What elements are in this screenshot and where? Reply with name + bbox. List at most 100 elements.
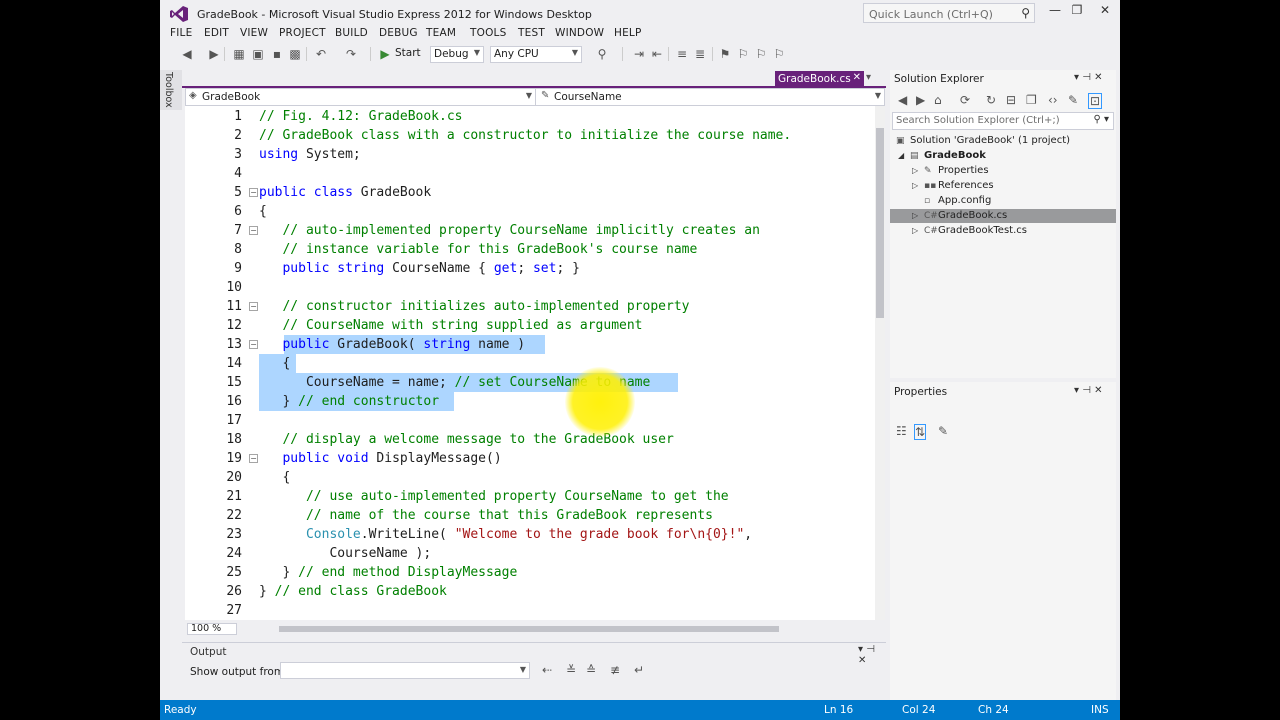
collapse-region-icon[interactable]: − <box>249 302 258 311</box>
menu-file[interactable]: FILE <box>170 27 192 39</box>
code-line[interactable]: 27 <box>185 601 875 620</box>
redo-icon[interactable]: ↷ <box>344 47 358 61</box>
undo-icon[interactable]: ↶ <box>314 47 328 61</box>
property-pages-icon[interactable]: ✎ <box>938 424 948 438</box>
code-line[interactable]: 26} // end class GradeBook <box>185 582 875 601</box>
menu-team[interactable]: TEAM <box>426 27 456 39</box>
close-tab-icon[interactable]: ✕ <box>853 72 861 83</box>
indent-icon[interactable]: ⇥ <box>632 47 646 61</box>
code-line[interactable]: 11− // constructor initializes auto-impl… <box>185 297 875 316</box>
tab-gradebook-cs[interactable]: GradeBook.cs ✕ <box>775 71 864 88</box>
menu-edit[interactable]: EDIT <box>204 27 229 39</box>
code-line[interactable]: 18 // display a welcome message to the G… <box>185 430 875 449</box>
menu-project[interactable]: PROJECT <box>279 27 326 39</box>
collapse-region-icon[interactable]: − <box>249 454 258 463</box>
code-line[interactable]: 7− // auto-implemented property CourseNa… <box>185 221 875 240</box>
find-message-icon[interactable]: ⇠ <box>542 663 552 677</box>
clear-bookmarks-icon[interactable]: ⚐ <box>772 47 786 61</box>
code-line[interactable]: 10 <box>185 278 875 297</box>
restore-icon[interactable]: ❐ <box>1067 3 1087 17</box>
tree-item-properties[interactable]: ▷ ✎ Properties <box>912 163 989 178</box>
tree-project[interactable]: ◢ ▤ GradeBook <box>898 148 986 163</box>
save-all-icon[interactable]: ▩ <box>288 47 302 61</box>
minimize-icon[interactable]: — <box>1045 3 1065 17</box>
tree-solution[interactable]: ▣ Solution 'GradeBook' (1 project) <box>896 133 1070 148</box>
back-icon[interactable]: ◀ <box>180 47 194 61</box>
code-line[interactable]: 9 public string CourseName { get; set; } <box>185 259 875 278</box>
open-file-icon[interactable]: ▣ <box>251 47 265 61</box>
tab-dropdown-icon[interactable]: ▾ <box>866 72 871 83</box>
panel-controls-icon[interactable]: ▾ ⊣ ✕ <box>1074 72 1102 83</box>
start-button[interactable]: Start <box>395 47 421 59</box>
code-line[interactable]: 2 // GradeBook class with a constructor t… <box>185 126 875 145</box>
tree-item-gradebooktest-cs[interactable]: ▷ C#GradeBookTest.cs <box>912 223 1027 238</box>
code-line[interactable]: 15 CourseName = name; // set CourseName … <box>185 373 875 392</box>
output-panel-controls-icon[interactable]: ▾ ⊣ ✕ <box>858 644 886 666</box>
zoom-level-select[interactable]: 100 % <box>187 623 237 635</box>
start-icon[interactable]: ▶ <box>378 47 392 61</box>
menu-window[interactable]: WINDOW <box>555 27 604 39</box>
forward-icon[interactable]: ▶ <box>207 47 221 61</box>
configuration-select[interactable]: Debug ▼ <box>430 46 484 63</box>
show-output-from-select[interactable]: ▼ <box>280 662 530 679</box>
code-line[interactable]: 23 Console.WriteLine( "Welcome to the gr… <box>185 525 875 544</box>
close-window-icon[interactable]: ✕ <box>1095 3 1115 17</box>
view-code-icon[interactable]: ‹› <box>1048 93 1058 107</box>
home-icon[interactable]: ⌂ <box>934 93 942 107</box>
menu-view[interactable]: VIEW <box>240 27 268 39</box>
menu-build[interactable]: BUILD <box>335 27 368 39</box>
menu-test[interactable]: TEST <box>518 27 545 39</box>
editor-horizontal-scrollbar[interactable]: 100 % <box>185 622 885 636</box>
clear-all-icon[interactable]: ≢ <box>610 663 620 677</box>
next-message-icon[interactable]: ≙ <box>586 663 596 677</box>
code-line[interactable]: 3 using System; <box>185 145 875 164</box>
forward-icon[interactable]: ▶ <box>916 93 925 107</box>
code-editor[interactable]: 1 // Fig. 4.12: GradeBook.cs 2 // GradeBook… <box>185 106 875 620</box>
type-dropdown[interactable]: ◈ GradeBook ▼ <box>186 89 536 105</box>
code-line[interactable]: 17 <box>185 411 875 430</box>
outdent-icon[interactable]: ⇤ <box>650 47 664 61</box>
new-project-icon[interactable]: ▦ <box>232 47 246 61</box>
previous-message-icon[interactable]: ≚ <box>566 663 576 677</box>
alphabetical-icon[interactable]: ⇅ <box>914 424 927 440</box>
tree-item-app-config[interactable]: ▫ App.config <box>924 193 991 208</box>
code-line[interactable]: 4 <box>185 164 875 183</box>
code-line[interactable]: 22 // name of the course that this Grade… <box>185 506 875 525</box>
tree-item-gradebook-cs[interactable]: ▷ C#GradeBook.cs <box>912 208 1007 223</box>
code-line[interactable]: 6{ <box>185 202 875 221</box>
show-all-files-icon[interactable]: ❐ <box>1026 93 1037 107</box>
menu-debug[interactable]: DEBUG <box>379 27 418 39</box>
tree-item-references[interactable]: ▷ ▪▪ References <box>912 178 994 193</box>
sync-icon[interactable]: ⟳ <box>960 93 970 107</box>
find-icon[interactable]: ⚲ <box>595 47 609 61</box>
member-dropdown[interactable]: ✎ CourseName ▼ <box>538 89 884 105</box>
collapse-region-icon[interactable]: − <box>249 340 258 349</box>
collapse-all-icon[interactable]: ⊟ <box>1006 93 1016 107</box>
prev-bookmark-icon[interactable]: ⚐ <box>736 47 750 61</box>
solution-search-input[interactable]: Search Solution Explorer (Ctrl+;) ⚲ ▾ <box>892 112 1114 130</box>
code-line[interactable]: 8 // instance variable for this GradeBoo… <box>185 240 875 259</box>
panel-controls-icon[interactable]: ▾ ⊣ ✕ <box>1074 385 1102 396</box>
categorized-icon[interactable]: ☷ <box>896 424 907 438</box>
next-bookmark-icon[interactable]: ⚐ <box>754 47 768 61</box>
menu-tools[interactable]: TOOLS <box>470 27 506 39</box>
comment-icon[interactable]: ≡ <box>675 47 689 61</box>
code-line[interactable]: 5− public class GradeBook <box>185 183 875 202</box>
code-line[interactable]: 24 CourseName ); <box>185 544 875 563</box>
preview-icon[interactable]: ⊡ <box>1088 93 1103 109</box>
toolbox-label[interactable]: Toolbox <box>163 72 174 108</box>
editor-vertical-scroll-thumb[interactable] <box>876 128 884 318</box>
code-line[interactable]: 19− public void DisplayMessage() <box>185 449 875 468</box>
platform-select[interactable]: Any CPU ▼ <box>490 46 582 63</box>
quick-launch-input[interactable]: Quick Launch (Ctrl+Q) ⚲ <box>863 3 1035 23</box>
code-line[interactable]: 13− public GradeBook( string name ) <box>185 335 875 354</box>
code-line[interactable]: 20 { <box>185 468 875 487</box>
save-icon[interactable]: ▪ <box>270 47 284 61</box>
bookmark-icon[interactable]: ⚑ <box>718 47 732 61</box>
code-line[interactable]: 14 { <box>185 354 875 373</box>
refresh-icon[interactable]: ↻ <box>986 93 996 107</box>
collapse-region-icon[interactable]: − <box>249 226 258 235</box>
code-line[interactable]: 16 } // end constructor <box>185 392 875 411</box>
code-line[interactable]: 25 } // end method DisplayMessage <box>185 563 875 582</box>
uncomment-icon[interactable]: ≣ <box>693 47 707 61</box>
